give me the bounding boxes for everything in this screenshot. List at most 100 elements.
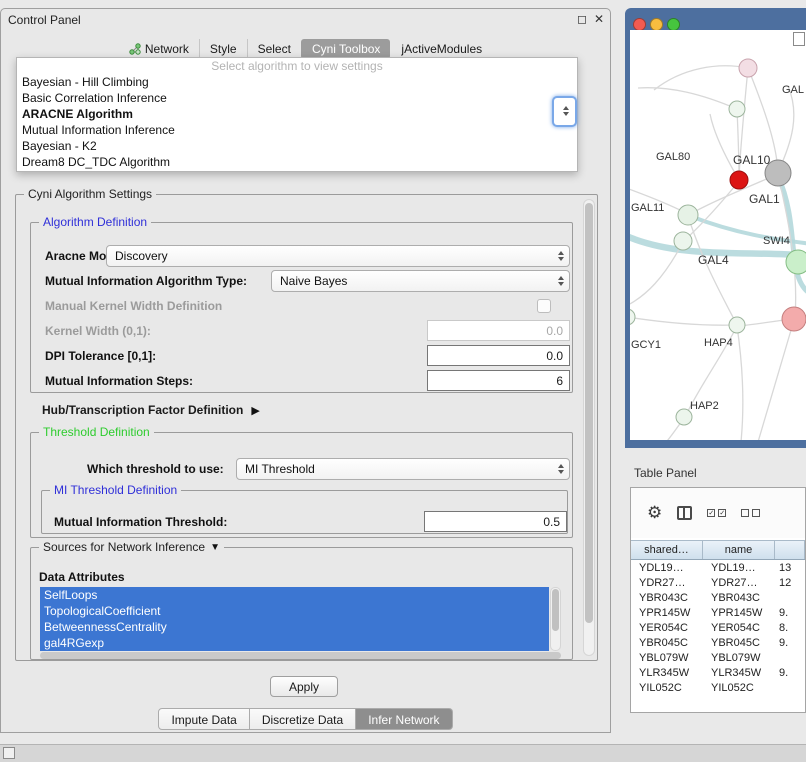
close-icon[interactable]: ✕ <box>594 12 604 26</box>
network-view-window: GALGAL80GAL10GAL1GAL11SWI4GAL4GCY1HAP4HA… <box>625 8 806 448</box>
float-window-icon[interactable]: ◻ <box>577 12 587 26</box>
tab-discretize-data[interactable]: Discretize Data <box>250 708 356 730</box>
hub-definition-toggle[interactable]: Hub/Transcription Factor Definition ▶ <box>42 403 260 417</box>
tab-impute-data[interactable]: Impute Data <box>158 708 249 730</box>
network-node[interactable] <box>786 250 806 274</box>
manual-kernel-checkbox[interactable] <box>537 299 551 313</box>
threshold-definition-group: Threshold Definition Which threshold to … <box>30 432 573 538</box>
network-node[interactable] <box>674 232 692 250</box>
kernel-width-field[interactable]: 0.0 <box>427 320 570 341</box>
tab-label: Select <box>258 42 291 56</box>
settings-scrollbar[interactable] <box>583 199 595 656</box>
algorithm-option-bayesian-hill-climbing[interactable]: Bayesian - Hill Climbing <box>17 74 577 90</box>
network-canvas[interactable]: GALGAL80GAL10GAL1GAL11SWI4GAL4GCY1HAP4HA… <box>630 30 806 440</box>
mi-type-select[interactable]: Naive Bayes <box>271 270 570 292</box>
network-graph: GALGAL80GAL10GAL1GAL11SWI4GAL4GCY1HAP4HA… <box>630 30 806 440</box>
attribute-betweennesscentrality[interactable]: BetweennessCentrality <box>40 619 549 635</box>
gear-icon[interactable]: ⚙ <box>647 503 662 523</box>
table-row[interactable]: YBR043CYBR043C <box>631 591 805 606</box>
cell: YDR27… <box>631 576 703 591</box>
algorithm-option-basic-correlation-inference[interactable]: Basic Correlation Inference <box>17 90 577 106</box>
table-row[interactable]: YER054CYER054C8. <box>631 621 805 636</box>
table-row[interactable]: YDR27…YDR27…12 <box>631 576 805 591</box>
kernel-width-label: Kernel Width (0,1): <box>45 324 151 338</box>
cell: YDR27… <box>703 576 775 591</box>
birds-eye-toggle[interactable] <box>793 32 805 46</box>
cell <box>775 591 805 606</box>
cell: YIL052C <box>703 681 775 696</box>
attribute-topologicalcoefficient[interactable]: TopologicalCoefficient <box>40 603 549 619</box>
column-header-name[interactable]: name <box>703 541 775 559</box>
tab-label: Cyni Toolbox <box>312 42 380 56</box>
network-node[interactable] <box>729 317 745 333</box>
network-node[interactable] <box>730 171 748 189</box>
attributes-horizontal-scrollbar[interactable] <box>40 652 561 659</box>
node-label: GAL4 <box>698 253 729 267</box>
group-title: Cyni Algorithm Settings <box>24 187 156 201</box>
dpi-tolerance-field[interactable]: 0.0 <box>427 345 570 366</box>
cell: YER054C <box>631 621 703 636</box>
cell: YLR345W <box>631 666 703 681</box>
tab-select[interactable]: Select <box>247 39 301 59</box>
network-node[interactable] <box>678 205 698 225</box>
tab-network[interactable]: Network <box>119 39 199 59</box>
mi-steps-label: Mutual Information Steps: <box>45 374 193 388</box>
cell: YPR145W <box>703 606 775 621</box>
cell: YBL079W <box>703 651 775 666</box>
attributes-vertical-scrollbar[interactable] <box>550 587 561 651</box>
which-threshold-select[interactable]: MI Threshold <box>236 458 570 480</box>
aracne-mode-select[interactable]: Discovery <box>106 245 570 267</box>
tab-jactivemodules[interactable]: jActiveModules <box>390 39 492 59</box>
network-node[interactable] <box>739 59 757 77</box>
column-header-extra[interactable] <box>775 541 805 559</box>
algorithm-dropdown-popup: Select algorithm to view settings Bayesi… <box>16 57 578 172</box>
cell: 9. <box>775 666 805 681</box>
column-header-shared[interactable]: shared… <box>631 541 703 559</box>
algorithm-option-aracne-algorithm[interactable]: ARACNE Algorithm <box>17 106 577 122</box>
table-row[interactable]: YLR345WYLR345W9. <box>631 666 805 681</box>
scrollbar-thumb[interactable] <box>552 589 559 631</box>
panel-icon[interactable] <box>3 747 15 759</box>
table-body: YDL19…YDL19…13YDR27…YDR27…12YBR043CYBR04… <box>631 561 805 696</box>
clear-all-checks-icon[interactable] <box>741 509 760 517</box>
table-row[interactable]: YBL079WYBL079W <box>631 651 805 666</box>
data-attributes-list[interactable]: SelfLoopsTopologicalCoefficientBetweenne… <box>40 587 549 651</box>
network-node[interactable] <box>729 101 745 117</box>
node-label: SWI4 <box>763 235 790 247</box>
tab-style[interactable]: Style <box>199 39 247 59</box>
table-header: shared…name <box>631 540 805 560</box>
algorithm-option-mutual-information-inference[interactable]: Mutual Information Inference <box>17 122 577 138</box>
algorithm-combobox-fragment[interactable] <box>552 96 577 127</box>
algorithm-option-dream8-dc-tdc-algorithm[interactable]: Dream8 DC_TDC Algorithm <box>17 154 577 170</box>
mi-threshold-field[interactable]: 0.5 <box>424 511 567 532</box>
mi-steps-field[interactable]: 6 <box>427 370 570 391</box>
algorithm-option-bayesian-k2[interactable]: Bayesian - K2 <box>17 138 577 154</box>
columns-icon[interactable] <box>677 506 692 520</box>
node-label: GAL80 <box>656 151 690 163</box>
table-row[interactable]: YDL19…YDL19…13 <box>631 561 805 576</box>
tab-cyni-toolbox[interactable]: Cyni Toolbox <box>301 39 390 59</box>
scrollbar-thumb[interactable] <box>585 203 593 623</box>
sources-toggle[interactable]: Sources for Network Inference ▼ <box>39 540 224 554</box>
cell: YBL079W <box>631 651 703 666</box>
cyni-algorithm-settings-group: Cyni Algorithm Settings Algorithm Defini… <box>15 194 598 661</box>
network-node[interactable] <box>630 309 635 325</box>
table-row[interactable]: YBR045CYBR045C9. <box>631 636 805 651</box>
apply-button[interactable]: Apply <box>270 676 338 697</box>
attribute-selfloops[interactable]: SelfLoops <box>40 587 549 603</box>
table-row[interactable]: YPR145WYPR145W9. <box>631 606 805 621</box>
manual-kernel-label: Manual Kernel Width Definition <box>45 299 222 313</box>
table-toolbar: ⚙ ✓ ✓ <box>631 488 805 538</box>
tab-infer-network[interactable]: Infer Network <box>356 708 452 730</box>
select-all-checks-icon[interactable]: ✓ ✓ <box>707 509 726 517</box>
group-title: Threshold Definition <box>39 425 154 439</box>
attribute-gal4rgexp[interactable]: gal4RGexp <box>40 635 549 651</box>
network-node[interactable] <box>782 307 806 331</box>
node-label: HAP2 <box>690 400 719 412</box>
network-edge <box>654 66 748 90</box>
network-edge <box>638 88 737 109</box>
hub-definition-label: Hub/Transcription Factor Definition <box>42 403 243 417</box>
table-row[interactable]: YIL052CYIL052C <box>631 681 805 696</box>
node-label: GAL1 <box>749 192 780 206</box>
cell: 12 <box>775 576 805 591</box>
